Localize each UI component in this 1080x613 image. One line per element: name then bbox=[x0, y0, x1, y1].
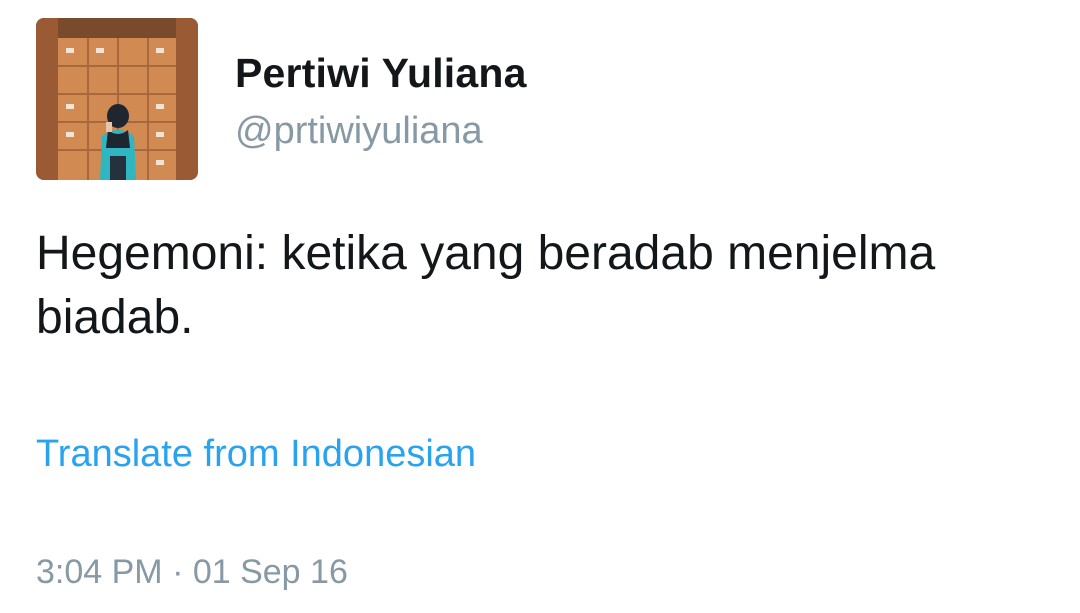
translate-link[interactable]: Translate from Indonesian bbox=[36, 433, 476, 476]
user-handle[interactable]: @prtiwiyuliana bbox=[235, 110, 483, 153]
avatar-image bbox=[36, 18, 198, 180]
tweet-text: Hegemoni: ketika yang beradab menjelma b… bbox=[36, 227, 936, 344]
avatar[interactable] bbox=[36, 18, 198, 180]
tweet-detail: Pertiwi Yuliana @prtiwiyuliana Hegemoni:… bbox=[0, 0, 1080, 613]
display-name[interactable]: Pertiwi Yuliana bbox=[235, 50, 527, 97]
tweet-timestamp: 3:04 PM · 01 Sep 16 bbox=[36, 553, 348, 591]
